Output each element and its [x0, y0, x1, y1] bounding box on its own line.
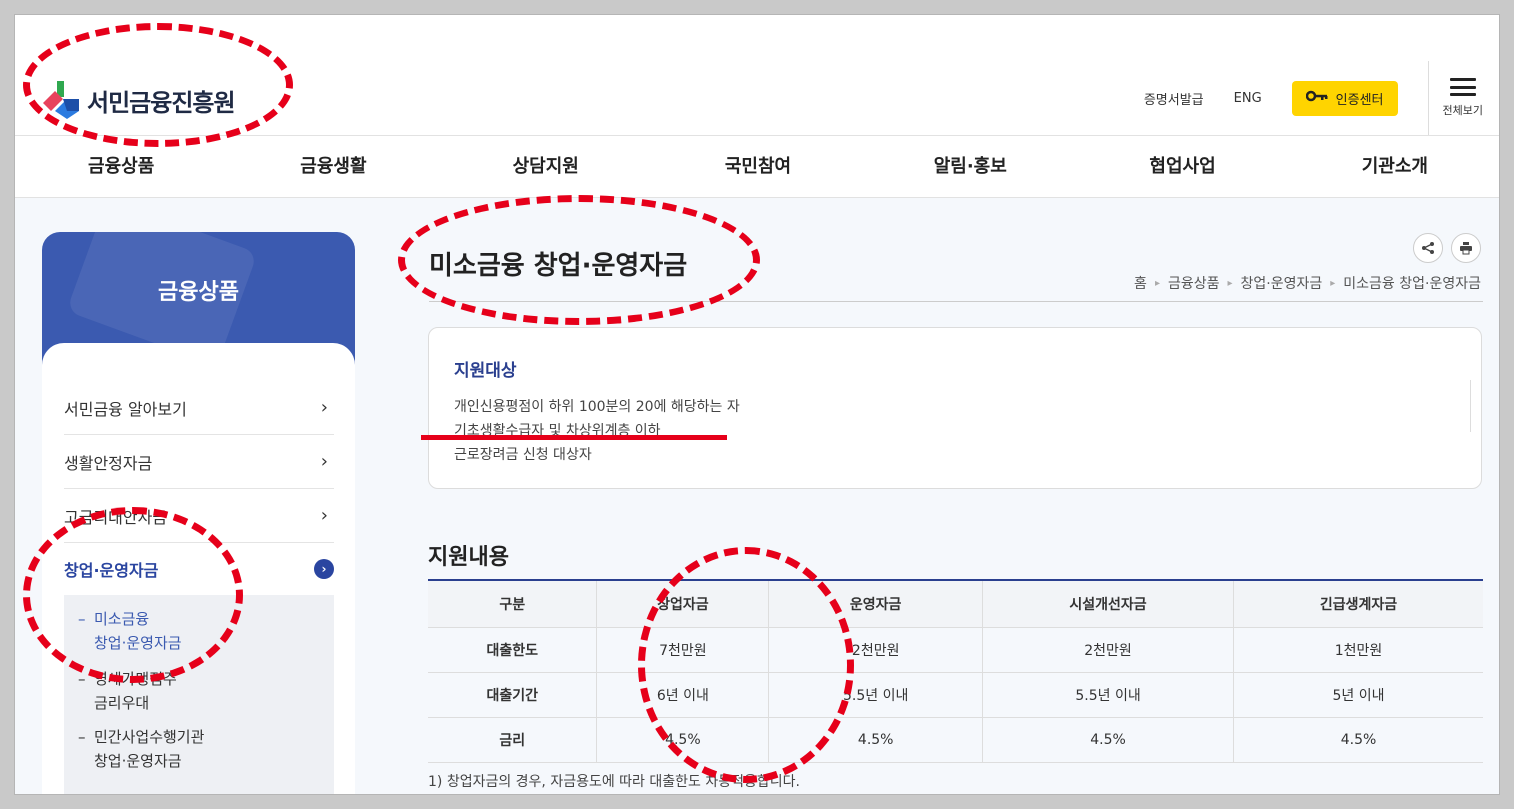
table-cell: 4.5% [1233, 717, 1483, 763]
table-header: 시설개선자금 [982, 579, 1235, 628]
sidebar-item-learn[interactable]: 서민금융 알아보기 › [64, 381, 334, 435]
table-row-header: 대출한도 [428, 627, 598, 673]
eligibility-box: 지원대상 개인신용평점이 하위 100분의 20에 해당하는 자 기초생활수급자… [428, 327, 1482, 489]
all-menu-button[interactable]: 전체보기 [1427, 61, 1483, 135]
share-icon[interactable] [1413, 233, 1443, 263]
hamburger-icon [1449, 78, 1476, 96]
table-row: 금리 4.5% 4.5% 4.5% 4.5% [428, 717, 1483, 763]
sidebar-item-label: 서민금융 알아보기 [64, 399, 187, 419]
gnb-item-news[interactable]: 알림·홍보 [864, 136, 1076, 197]
table-header: 긴급생계자금 [1233, 579, 1483, 628]
table-row-header: 대출기간 [428, 672, 598, 718]
eligibility-heading: 지원대상 [454, 361, 517, 381]
gnb-item-participation[interactable]: 국민참여 [652, 136, 864, 197]
global-nav: 금융상품 금융생활 상담지원 국민참여 알림·홍보 협업사업 기관소개 [15, 135, 1499, 198]
support-section-title: 지원내용 [428, 545, 509, 570]
table-row: 대출기간 6년 이내 5.5년 이내 5.5년 이내 5년 이내 [428, 672, 1483, 718]
submenu-item-private[interactable]: – 민간사업수행기관 창업·운영자금 [78, 725, 204, 773]
table-header: 구분 [428, 579, 598, 628]
gnb-item-consulting[interactable]: 상담지원 [440, 136, 652, 197]
breadcrumb-item[interactable]: 금융상품 [1168, 273, 1220, 293]
breadcrumb-home[interactable]: 홈 [1134, 273, 1147, 293]
page-tools [1413, 233, 1481, 263]
eligibility-item: 근로장려금 신청 대상자 [454, 447, 592, 463]
support-table: 구분 창업자금 운영자금 시설개선자금 긴급생계자금 대출한도 7천만원 2천만… [428, 579, 1483, 763]
table-cell: 5년 이내 [1233, 672, 1483, 718]
breadcrumb-separator-icon: ▸ [1227, 277, 1233, 289]
gnb-item-cooperation[interactable]: 협업사업 [1076, 136, 1288, 197]
gnb-item-products[interactable]: 금융상품 [15, 136, 227, 197]
scrollbar-track[interactable] [1470, 380, 1471, 432]
sidebar-title: 금융상품 [158, 280, 239, 305]
annotation-ellipse-logo [23, 23, 293, 147]
breadcrumb-item[interactable]: 창업·운영자금 [1241, 273, 1323, 293]
sidebar-item-living[interactable]: 생활안정자금 › [64, 435, 334, 489]
breadcrumb-separator-icon: ▸ [1330, 277, 1336, 289]
gnb-item-finance-life[interactable]: 금융생활 [227, 136, 439, 197]
breadcrumb: 홈 ▸ 금융상품 ▸ 창업·운영자금 ▸ 미소금융 창업·운영자금 [1134, 273, 1481, 293]
chevron-right-icon: › [320, 505, 328, 526]
annotation-ellipse-startup-fund [638, 547, 854, 783]
chevron-right-icon: › [320, 397, 328, 418]
annotation-underline [421, 435, 727, 440]
certificate-link[interactable]: 증명서발급 [1144, 89, 1204, 108]
all-menu-label: 전체보기 [1442, 104, 1483, 117]
annotation-ellipse-title [398, 195, 760, 325]
table-row-header: 금리 [428, 717, 598, 763]
annotation-ellipse-sidebar [23, 507, 243, 683]
table-cell: 5.5년 이내 [982, 672, 1235, 718]
auth-center-label: 인증센터 [1335, 92, 1384, 108]
table-row: 대출한도 7천만원 2천만원 2천만원 1천만원 [428, 627, 1483, 673]
utility-menu: 증명서발급 ENG 인증센터 전체보기 [1144, 61, 1483, 135]
page: 서민금융진흥원 증명서발급 ENG 인증센터 전체보기 금융상품 금융생활 상담… [14, 14, 1500, 795]
table-cell: 4.5% [982, 717, 1235, 763]
eligibility-item: 개인신용평점이 하위 100분의 20에 해당하는 자 [454, 399, 740, 415]
chevron-circle-icon: › [314, 559, 334, 579]
auth-center-button[interactable]: 인증센터 [1291, 80, 1398, 116]
english-link[interactable]: ENG [1234, 91, 1262, 106]
table-cell: 1천만원 [1233, 627, 1483, 673]
table-header-row: 구분 창업자금 운영자금 시설개선자금 긴급생계자금 [428, 579, 1483, 628]
chevron-right-icon: › [320, 451, 328, 472]
breadcrumb-current: 미소금융 창업·운영자금 [1343, 276, 1481, 292]
sidebar-item-label: 생활안정자금 [64, 453, 153, 473]
print-icon[interactable] [1451, 233, 1481, 263]
key-icon [1305, 90, 1328, 106]
gnb-item-about[interactable]: 기관소개 [1289, 136, 1499, 197]
table-cell: 2천만원 [982, 627, 1235, 673]
breadcrumb-separator-icon: ▸ [1154, 277, 1160, 289]
